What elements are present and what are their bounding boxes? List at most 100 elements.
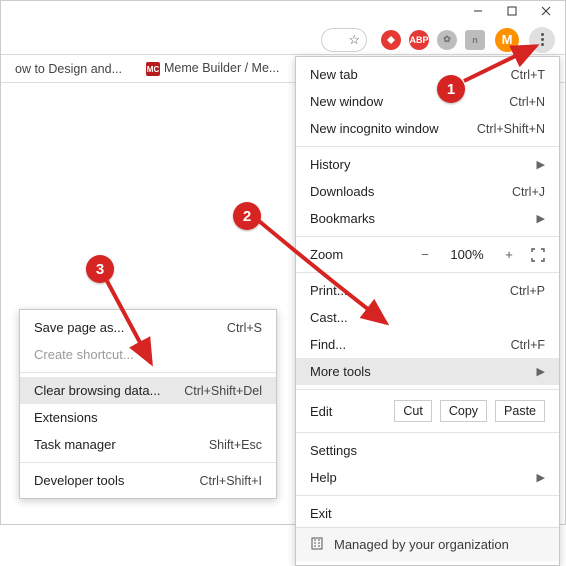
chevron-right-icon: ▶ — [537, 212, 545, 225]
menu-label: New tab — [310, 67, 358, 82]
chevron-right-icon: ▶ — [537, 158, 545, 171]
menu-label: Exit — [310, 506, 332, 521]
menu-label: New incognito window — [310, 121, 439, 136]
menu-edit: Edit Cut Copy Paste — [296, 394, 559, 428]
tab-favicon: MC — [146, 62, 160, 76]
submenu-extensions[interactable]: Extensions — [20, 404, 276, 431]
menu-separator — [296, 495, 559, 496]
submenu-save-page[interactable]: Save page as... Ctrl+S — [20, 314, 276, 341]
menu-new-tab[interactable]: New tab Ctrl+T — [296, 61, 559, 88]
menu-shortcut: Ctrl+J — [512, 185, 545, 199]
menu-shortcut: Ctrl+P — [510, 284, 545, 298]
annotation-number: 1 — [447, 81, 455, 98]
menu-separator — [296, 236, 559, 237]
menu-separator — [20, 372, 276, 373]
building-icon — [310, 536, 324, 553]
edit-copy-button[interactable]: Copy — [440, 400, 487, 422]
menu-print[interactable]: Print... Ctrl+P — [296, 277, 559, 304]
menu-label: Developer tools — [34, 473, 124, 488]
menu-find[interactable]: Find... Ctrl+F — [296, 331, 559, 358]
menu-label: Zoom — [310, 247, 403, 262]
toolbar: ☆ ABP ✿ n M — [1, 25, 565, 55]
menu-separator — [20, 462, 276, 463]
menu-shortcut: Ctrl+F — [511, 338, 545, 352]
menu-separator — [296, 432, 559, 433]
menu-bookmarks[interactable]: Bookmarks ▶ — [296, 205, 559, 232]
extension-icon-abp[interactable]: ABP — [409, 30, 429, 50]
zoom-in-button[interactable]: + — [501, 247, 517, 262]
tab-title: ow to Design and... — [15, 62, 122, 76]
extension-icon[interactable] — [381, 30, 401, 50]
menu-new-window[interactable]: New window Ctrl+N — [296, 88, 559, 115]
tab[interactable]: MC Meme Builder / Me... — [140, 57, 285, 81]
profile-avatar[interactable]: M — [495, 28, 519, 52]
menu-label: Task manager — [34, 437, 116, 452]
menu-separator — [296, 389, 559, 390]
submenu-clear-browsing-data[interactable]: Clear browsing data... Ctrl+Shift+Del — [20, 377, 276, 404]
menu-label: Cast... — [310, 310, 348, 325]
avatar-letter: M — [502, 32, 513, 47]
menu-shortcut: Ctrl+Shift+I — [199, 474, 262, 488]
edit-cut-button[interactable]: Cut — [394, 400, 431, 422]
bookmark-star-icon[interactable]: ☆ — [348, 32, 360, 48]
menu-separator — [296, 146, 559, 147]
menu-managed-by-org[interactable]: Managed by your organization — [296, 527, 559, 561]
annotation-bubble-3: 3 — [86, 255, 114, 283]
annotation-bubble-2: 2 — [233, 202, 261, 230]
kebab-icon — [541, 33, 544, 46]
fullscreen-icon[interactable] — [531, 248, 545, 262]
menu-label: Settings — [310, 443, 357, 458]
more-tools-submenu: Save page as... Ctrl+S Create shortcut..… — [19, 309, 277, 499]
menu-label: Find... — [310, 337, 346, 352]
address-bar-end[interactable]: ☆ — [321, 28, 367, 52]
menu-shortcut: Ctrl+T — [511, 68, 545, 82]
edit-paste-button[interactable]: Paste — [495, 400, 545, 422]
menu-zoom: Zoom − 100% + — [296, 241, 559, 268]
menu-exit[interactable]: Exit — [296, 500, 559, 527]
window-minimize[interactable] — [473, 4, 483, 19]
menu-label: Help — [310, 470, 337, 485]
menu-shortcut: Ctrl+Shift+Del — [184, 384, 262, 398]
submenu-task-manager[interactable]: Task manager Shift+Esc — [20, 431, 276, 458]
menu-label: Clear browsing data... — [34, 383, 160, 398]
menu-shortcut: Ctrl+Shift+N — [477, 122, 545, 136]
extension-icon[interactable]: n — [465, 30, 485, 50]
menu-history[interactable]: History ▶ — [296, 151, 559, 178]
menu-cast[interactable]: Cast... — [296, 304, 559, 331]
menu-label: New window — [310, 94, 383, 109]
menu-label: Create shortcut... — [34, 347, 134, 362]
annotation-number: 2 — [243, 208, 251, 225]
chevron-right-icon: ▶ — [537, 471, 545, 484]
menu-label: Managed by your organization — [334, 537, 509, 552]
zoom-out-button[interactable]: − — [417, 247, 433, 262]
menu-more-tools[interactable]: More tools ▶ — [296, 358, 559, 385]
menu-label: More tools — [310, 364, 371, 379]
menu-label: Extensions — [34, 410, 98, 425]
tab-title: Meme Builder / Me... — [164, 61, 279, 75]
menu-shortcut: Ctrl+S — [227, 321, 262, 335]
menu-shortcut: Shift+Esc — [209, 438, 262, 452]
window-maximize[interactable] — [507, 4, 517, 19]
annotation-bubble-1: 1 — [437, 75, 465, 103]
menu-new-incognito[interactable]: New incognito window Ctrl+Shift+N — [296, 115, 559, 142]
zoom-value: 100% — [447, 247, 487, 262]
menu-label: Save page as... — [34, 320, 124, 335]
chrome-menu-button[interactable] — [529, 27, 555, 53]
window-close[interactable] — [541, 4, 551, 19]
menu-label: Bookmarks — [310, 211, 375, 226]
extension-icon[interactable]: ✿ — [437, 30, 457, 50]
menu-separator — [296, 272, 559, 273]
annotation-number: 3 — [96, 261, 104, 278]
tab[interactable]: ow to Design and... — [9, 58, 128, 80]
menu-help[interactable]: Help ▶ — [296, 464, 559, 491]
menu-settings[interactable]: Settings — [296, 437, 559, 464]
menu-downloads[interactable]: Downloads Ctrl+J — [296, 178, 559, 205]
menu-label: Downloads — [310, 184, 374, 199]
chrome-main-menu: New tab Ctrl+T New window Ctrl+N New inc… — [295, 56, 560, 566]
menu-label: Print... — [310, 283, 348, 298]
menu-label: Edit — [310, 404, 386, 419]
menu-shortcut: Ctrl+N — [509, 95, 545, 109]
chevron-right-icon: ▶ — [537, 365, 545, 378]
submenu-developer-tools[interactable]: Developer tools Ctrl+Shift+I — [20, 467, 276, 494]
submenu-create-shortcut[interactable]: Create shortcut... — [20, 341, 276, 368]
